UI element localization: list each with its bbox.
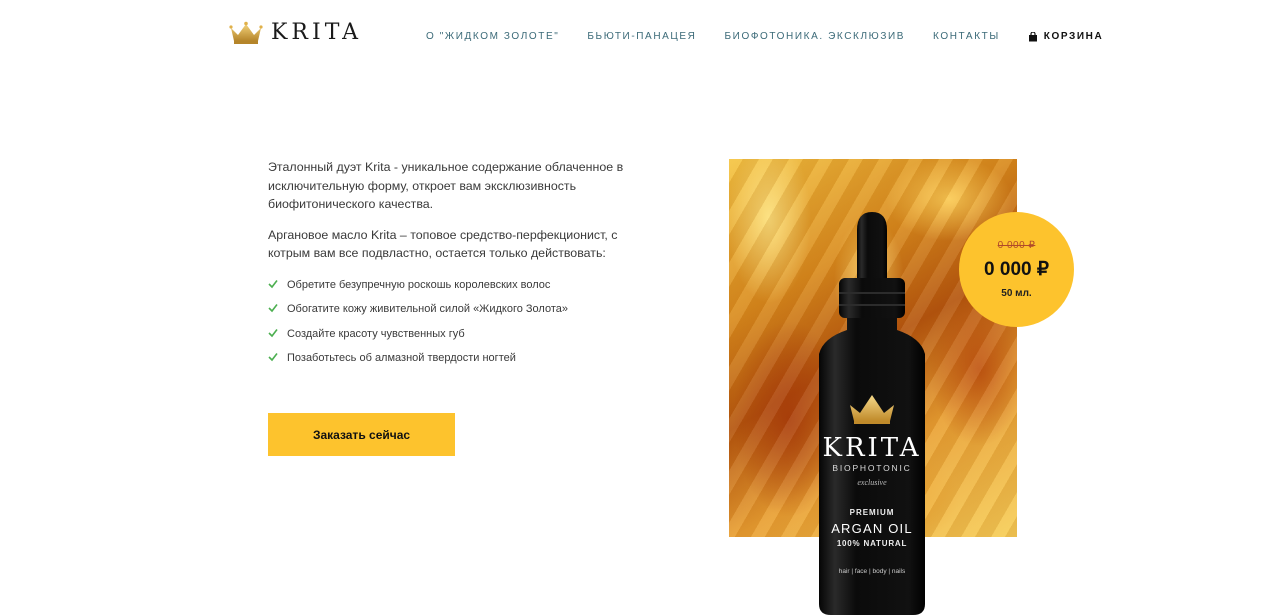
main-nav: О "ЖИДКОМ ЗОЛОТЕ" БЬЮТИ-ПАНАЦЕЯ БИОФОТОН…: [426, 31, 1103, 42]
bottle-line-text: BIOPHOTONIC: [832, 463, 911, 473]
volume-label: 50 мл.: [1001, 288, 1032, 299]
list-item: Обретите безупречную роскошь королевских…: [268, 279, 648, 304]
bottle-brand-text: KRITA: [823, 433, 922, 463]
brand-logo[interactable]: KRITA: [229, 20, 362, 45]
check-icon: [268, 304, 278, 313]
nav-item-biophotonics[interactable]: БИОФОТОНИКА. ЭКСКЛЮЗИВ: [725, 31, 906, 42]
nav-item-liquid-gold[interactable]: О "ЖИДКОМ ЗОЛОТЕ": [426, 31, 559, 42]
brand-name: KRITA: [271, 20, 363, 45]
old-price: 0 000 ₽: [997, 240, 1036, 251]
feature-text: Обогатите кожу живительной силой «Жидког…: [287, 303, 568, 315]
check-icon: [268, 328, 278, 337]
bottle-uses-text: hair | face | body | nails: [839, 568, 906, 575]
bottle-natural-text: 100% NATURAL: [837, 539, 907, 548]
order-now-button[interactable]: Заказать сейчас: [268, 413, 455, 456]
argan-oil-bottle-image: KRITA BIOPHOTONIC exclusive PREMIUM ARGA…: [819, 212, 925, 615]
cart-label: КОРЗИНА: [1043, 31, 1104, 42]
nav-item-cart[interactable]: КОРЗИНА: [1028, 31, 1104, 42]
price-badge: 0 000 ₽ 0 000 ₽ 50 мл.: [959, 212, 1074, 327]
check-icon: [268, 279, 278, 288]
list-item: Создайте красоту чувственных губ: [268, 328, 648, 353]
product-description: Эталонный дуэт Krita - уникальное содерж…: [268, 158, 648, 377]
bottle-name-text: ARGAN OIL: [831, 521, 913, 536]
feature-list: Обретите безупречную роскошь королевских…: [268, 279, 648, 377]
current-price: 0 000 ₽: [984, 259, 1049, 280]
list-item: Обогатите кожу живительной силой «Жидког…: [268, 303, 648, 328]
bottle-premium-text: PREMIUM: [850, 508, 895, 517]
crown-icon: [229, 21, 263, 44]
site-header: KRITA О "ЖИДКОМ ЗОЛОТЕ" БЬЮТИ-ПАНАЦЕЯ БИ…: [0, 0, 1280, 76]
nav-item-contacts[interactable]: КОНТАКТЫ: [933, 31, 1000, 42]
intro-paragraph: Эталонный дуэт Krita - уникальное содерж…: [268, 160, 624, 211]
feature-text: Обретите безупречную роскошь королевских…: [287, 278, 551, 291]
argan-paragraph: Аргановое масло Krita – топовое средство…: [268, 227, 618, 261]
list-item: Позаботьтесь об алмазной твердости ногте…: [268, 352, 648, 377]
nav-item-beauty-panacea[interactable]: БЬЮТИ-ПАНАЦЕЯ: [587, 31, 696, 42]
bottle-sub-text: exclusive: [857, 478, 887, 487]
feature-text: Позаботьтесь об алмазной твердости ногте…: [287, 352, 516, 364]
shopping-bag-icon: [1028, 31, 1037, 41]
check-icon: [268, 353, 278, 362]
feature-text: Создайте красоту чувственных губ: [287, 327, 465, 340]
